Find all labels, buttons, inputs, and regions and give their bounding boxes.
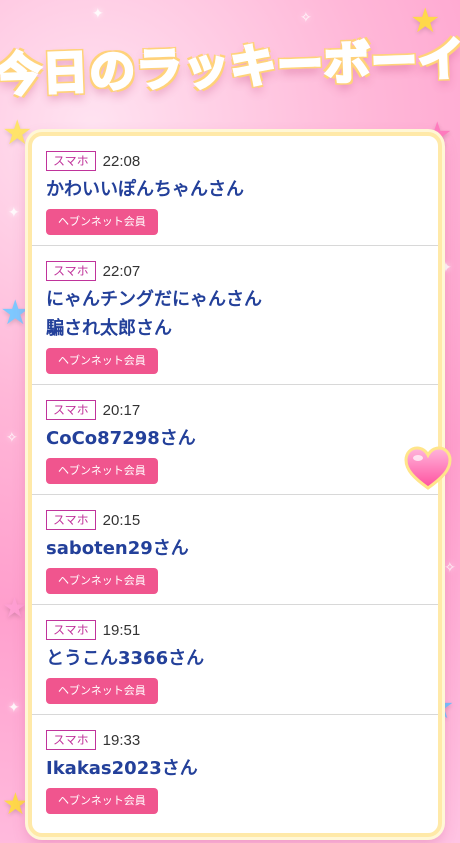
page-header: 今日のラッキーボーイ — [0, 0, 460, 128]
sparkle-icon: ✦ — [8, 205, 20, 221]
device-badge: スマホ — [46, 261, 96, 281]
list-item: スマホ 22:08 かわいいぽんちゃんさん ヘブンネット会員 — [32, 136, 438, 246]
star-icon: ★ — [2, 591, 28, 624]
user-name: かわいいぽんちゃんさん — [46, 179, 244, 200]
member-badge: ヘブンネット会員 — [46, 678, 158, 704]
visit-time: 19:51 — [102, 621, 141, 639]
member-badge: ヘブンネット会員 — [46, 209, 158, 235]
visit-time: 22:07 — [102, 262, 141, 280]
sparkle-icon: ✧ — [444, 560, 456, 576]
list-item: スマホ 19:33 Ikakas2023さん ヘブンネット会員 — [32, 715, 438, 824]
member-badge: ヘブンネット会員 — [46, 568, 158, 594]
list-item: スマホ 22:07 にゃんチングだにゃんさん 騙され太郎さん ヘブンネット会員 — [32, 246, 438, 385]
user-name: 騙され太郎さん — [46, 318, 172, 339]
list-item: スマホ 19:51 とうこん3366さん ヘブンネット会員 — [32, 605, 438, 715]
sparkle-icon: ✧ — [6, 430, 18, 446]
star-icon: ★ — [2, 787, 29, 822]
star-icon: ★ — [0, 293, 31, 333]
user-name: とうこん3366さん — [46, 648, 205, 669]
heart-icon — [404, 446, 452, 490]
member-badge: ヘブンネット会員 — [46, 348, 158, 374]
device-badge: スマホ — [46, 400, 96, 420]
visit-time: 22:08 — [102, 152, 141, 170]
list-item: スマホ 20:17 CoCo87298さん ヘブンネット会員 — [32, 385, 438, 495]
user-name: にゃんチングだにゃんさん — [46, 289, 262, 310]
user-name: CoCo87298さん — [46, 428, 196, 449]
sparkle-icon: ✦ — [8, 700, 20, 716]
star-icon: ★ — [410, 1, 441, 41]
device-badge: スマホ — [46, 620, 96, 640]
device-badge: スマホ — [46, 510, 96, 530]
lucky-boy-list: スマホ 22:08 かわいいぽんちゃんさん ヘブンネット会員 スマホ 22:07… — [28, 132, 442, 837]
visit-time: 20:17 — [102, 401, 141, 419]
page-title: 今日のラッキーボーイ — [0, 30, 460, 103]
visit-time: 20:15 — [102, 511, 141, 529]
visit-time: 19:33 — [102, 731, 141, 749]
member-badge: ヘブンネット会員 — [46, 458, 158, 484]
user-name: saboten29さん — [46, 538, 189, 559]
device-badge: スマホ — [46, 151, 96, 171]
list-item: スマホ 20:15 saboten29さん ヘブンネット会員 — [32, 495, 438, 605]
user-name: Ikakas2023さん — [46, 758, 198, 779]
device-badge: スマホ — [46, 730, 96, 750]
member-badge: ヘブンネット会員 — [46, 788, 158, 814]
